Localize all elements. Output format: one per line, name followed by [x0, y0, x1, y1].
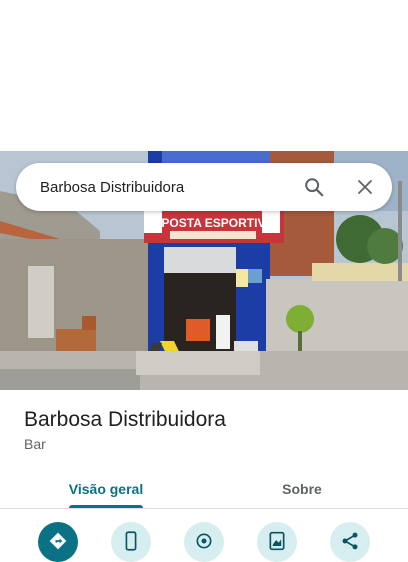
photo-sign-text: APOSTA ESPORTIVA	[153, 216, 274, 230]
top-blank-area	[0, 0, 408, 151]
tab-overview[interactable]: Visão geral	[32, 470, 180, 508]
phone-icon	[125, 531, 137, 551]
call-button[interactable]	[111, 522, 151, 562]
share-button[interactable]	[330, 522, 370, 562]
directions-button[interactable]	[38, 522, 78, 562]
search-icon[interactable]	[298, 171, 330, 203]
search-bar[interactable]: Barbosa Distribuidora	[16, 163, 392, 211]
location-pin-icon	[196, 533, 212, 549]
directions-icon	[49, 532, 67, 550]
tab-about[interactable]: Sobre	[230, 470, 374, 508]
place-category[interactable]: Bar	[24, 436, 46, 452]
action-buttons-row	[0, 520, 408, 562]
share-icon	[342, 532, 358, 550]
place-name: Barbosa Distribuidora	[24, 408, 226, 431]
add-photo-icon	[269, 531, 285, 551]
add-photo-button[interactable]	[257, 522, 297, 562]
tab-bar: Visão geral Sobre	[0, 470, 408, 509]
search-query-text[interactable]: Barbosa Distribuidora	[40, 179, 298, 196]
close-icon[interactable]	[349, 171, 381, 203]
active-tab-indicator	[69, 505, 143, 508]
location-button[interactable]	[184, 522, 224, 562]
